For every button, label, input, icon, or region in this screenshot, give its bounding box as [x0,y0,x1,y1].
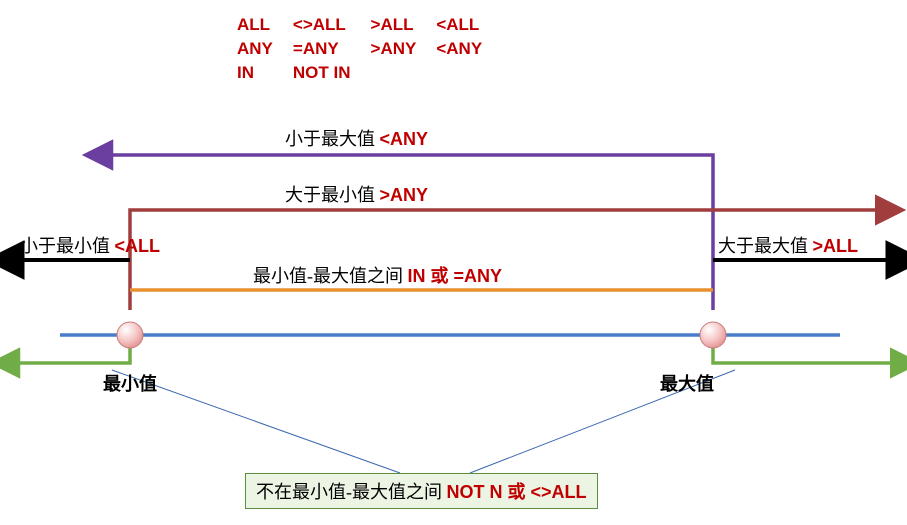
label-op: >ANY [380,185,429,205]
max-label: 最大值 [660,370,714,396]
label-text: 大于最小值 [285,185,375,205]
label-text: 小于最小值 [20,236,110,256]
arrow-notin-right [713,335,895,363]
label-lt-all: 小于最小值 <ALL [20,232,160,258]
label-in: 最小值-最大值之间 IN 或 =ANY [253,262,502,288]
min-label: 最小值 [103,370,157,396]
label-text: 大于最大值 [718,236,808,256]
label-notin-box: 不在最小值-最大值之间 NOT N 或 <>ALL [245,473,598,509]
diagram-root: ALL <>ALL >ALL <ALL ANY =ANY >ANY <ANY I… [0,0,907,525]
label-text: 小于最大值 [285,129,375,149]
label-gt-all: 大于最大值 >ALL [718,232,858,258]
label-op: IN 或 =ANY [408,266,503,286]
max-point-icon [700,322,726,348]
min-point-icon [117,322,143,348]
label-text: 不在最小值-最大值之间 [256,482,442,502]
label-op: NOT N 或 <>ALL [447,482,587,502]
arrow-notin-left [15,335,130,363]
label-lt-any: 小于最大值 <ANY [285,125,428,151]
label-op: <ALL [115,236,161,256]
label-op: >ALL [813,236,859,256]
label-op: <ANY [380,129,429,149]
label-text: 最小值-最大值之间 [253,266,403,286]
label-gt-any: 大于最小值 >ANY [285,181,428,207]
